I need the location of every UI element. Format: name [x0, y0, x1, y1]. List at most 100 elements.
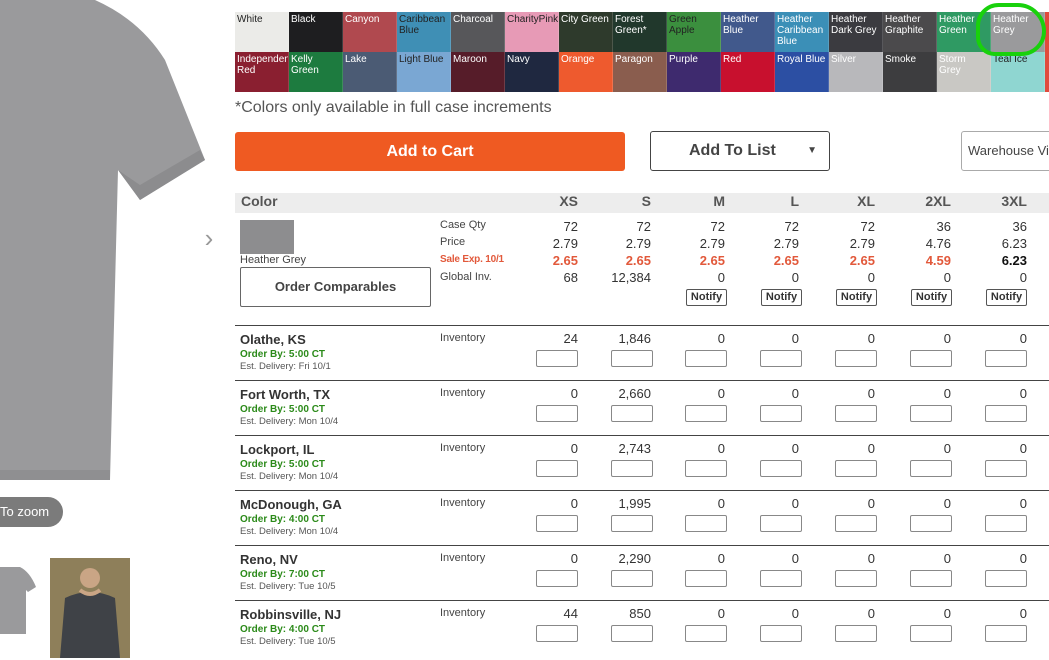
quantity-input[interactable] [835, 515, 877, 532]
quantity-input[interactable] [611, 570, 653, 587]
quantity-input[interactable] [835, 460, 877, 477]
quantity-input[interactable] [611, 515, 653, 532]
quantity-input[interactable] [910, 625, 952, 642]
color-swatch[interactable] [1045, 52, 1049, 92]
est-delivery: Est. Delivery: Mon 10/4 [240, 471, 339, 482]
quantity-input[interactable] [611, 350, 653, 367]
global-inv-value: 0 [791, 270, 799, 285]
notify-button[interactable]: Notify [686, 289, 727, 306]
quantity-input[interactable] [910, 460, 952, 477]
color-swatch[interactable]: White [235, 12, 289, 52]
warehouse-view-select[interactable]: Warehouse Vi [961, 131, 1049, 171]
add-to-cart-button[interactable]: Add to Cart [235, 132, 625, 171]
quantity-input[interactable] [985, 350, 1027, 367]
notify-button[interactable]: Notify [836, 289, 877, 306]
color-swatch[interactable]: Maroon [451, 52, 505, 92]
notify-button[interactable]: Notify [911, 289, 952, 306]
color-swatch[interactable]: Black [289, 12, 343, 52]
color-swatch[interactable]: Heather Caribbean Blue [775, 12, 829, 52]
color-swatch[interactable]: Kelly Green [289, 52, 343, 92]
color-swatch-grid: White Black Canyon Caribbean Blue Charcoal Ch… [235, 12, 1049, 92]
notify-button[interactable]: Notify [761, 289, 802, 306]
est-delivery: Est. Delivery: Fri 10/1 [240, 361, 331, 372]
color-swatch[interactable]: Royal Blue [775, 52, 829, 92]
quantity-input[interactable] [685, 405, 727, 422]
quantity-input[interactable] [611, 460, 653, 477]
product-main-image[interactable] [0, 0, 205, 480]
quantity-input[interactable] [536, 405, 578, 422]
quantity-input[interactable] [985, 405, 1027, 422]
quantity-input[interactable] [536, 460, 578, 477]
quantity-input[interactable] [985, 460, 1027, 477]
quantity-input[interactable] [910, 570, 952, 587]
quantity-input[interactable] [685, 625, 727, 642]
price-value: 6.23 [1001, 236, 1027, 251]
quantity-input[interactable] [760, 350, 802, 367]
inventory-value: 0 [717, 441, 725, 456]
quantity-input[interactable] [835, 570, 877, 587]
quantity-input[interactable] [760, 570, 802, 587]
color-swatch[interactable]: Canyon [343, 12, 397, 52]
quantity-input[interactable] [835, 625, 877, 642]
size-table-header: Color XS S M L XL 2XL 3XL [235, 193, 1049, 213]
quantity-input[interactable] [536, 570, 578, 587]
color-swatch[interactable]: Storm Grey [937, 52, 991, 92]
quantity-input[interactable] [536, 350, 578, 367]
color-swatch[interactable]: Paragon [613, 52, 667, 92]
price-value: 2.79 [625, 236, 651, 251]
next-image-arrow[interactable]: › [200, 224, 218, 252]
price-value: 2.79 [773, 236, 799, 251]
quantity-input[interactable] [536, 515, 578, 532]
color-swatch[interactable]: CharityPink [505, 12, 559, 52]
quantity-input[interactable] [685, 515, 727, 532]
color-swatch[interactable]: Red [721, 52, 775, 92]
add-to-list-button[interactable]: Add To List ▼ [650, 131, 830, 171]
color-swatch[interactable] [1045, 12, 1049, 52]
color-swatch[interactable]: Smoke [883, 52, 937, 92]
quantity-input[interactable] [685, 460, 727, 477]
quantity-input[interactable] [685, 570, 727, 587]
color-swatch[interactable]: Heather Graphite [883, 12, 937, 52]
quantity-input[interactable] [835, 350, 877, 367]
color-swatch[interactable]: Light Blue [397, 52, 451, 92]
quantity-input[interactable] [760, 405, 802, 422]
color-swatch[interactable]: Forest Green* [613, 12, 667, 52]
quantity-input[interactable] [760, 515, 802, 532]
quantity-input[interactable] [611, 625, 653, 642]
color-swatch[interactable]: Charcoal [451, 12, 505, 52]
quantity-input[interactable] [760, 625, 802, 642]
order-comparables-button[interactable]: Order Comparables [240, 267, 431, 307]
quantity-input[interactable] [835, 405, 877, 422]
color-swatch[interactable]: Heather Grey [991, 12, 1045, 52]
quantity-input[interactable] [985, 625, 1027, 642]
quantity-input[interactable] [611, 405, 653, 422]
color-swatch[interactable]: Heather Green [937, 12, 991, 52]
quantity-input[interactable] [910, 405, 952, 422]
quantity-input[interactable] [910, 515, 952, 532]
quantity-input[interactable] [760, 460, 802, 477]
thumbnail-front[interactable] [0, 562, 38, 638]
quantity-input[interactable] [910, 350, 952, 367]
color-swatch[interactable]: Green Apple [667, 12, 721, 52]
color-swatch[interactable]: Heather Blue [721, 12, 775, 52]
color-swatch[interactable]: Lake [343, 52, 397, 92]
quantity-input[interactable] [985, 570, 1027, 587]
zoom-hint: To zoom [0, 497, 63, 527]
color-swatch[interactable]: Heather Dark Grey [829, 12, 883, 52]
color-swatch[interactable]: Teal Ice [991, 52, 1045, 92]
quantity-input[interactable] [685, 350, 727, 367]
quantity-input[interactable] [985, 515, 1027, 532]
order-by-time: Order By: 4:00 CT [240, 624, 326, 635]
notify-button[interactable]: Notify [986, 289, 1027, 306]
color-swatch[interactable]: City Green [559, 12, 613, 52]
quantity-input[interactable] [536, 625, 578, 642]
color-swatch[interactable]: Caribbean Blue [397, 12, 451, 52]
inventory-label: Inventory [440, 607, 486, 619]
color-swatch[interactable]: Silver [829, 52, 883, 92]
color-swatch[interactable]: Orange [559, 52, 613, 92]
color-swatch[interactable]: Independence Red [235, 52, 289, 92]
color-swatch[interactable]: Navy [505, 52, 559, 92]
color-swatch[interactable]: Purple [667, 52, 721, 92]
thumbnail-model[interactable] [50, 558, 130, 658]
warehouse-name: Olathe, KS [240, 332, 306, 347]
